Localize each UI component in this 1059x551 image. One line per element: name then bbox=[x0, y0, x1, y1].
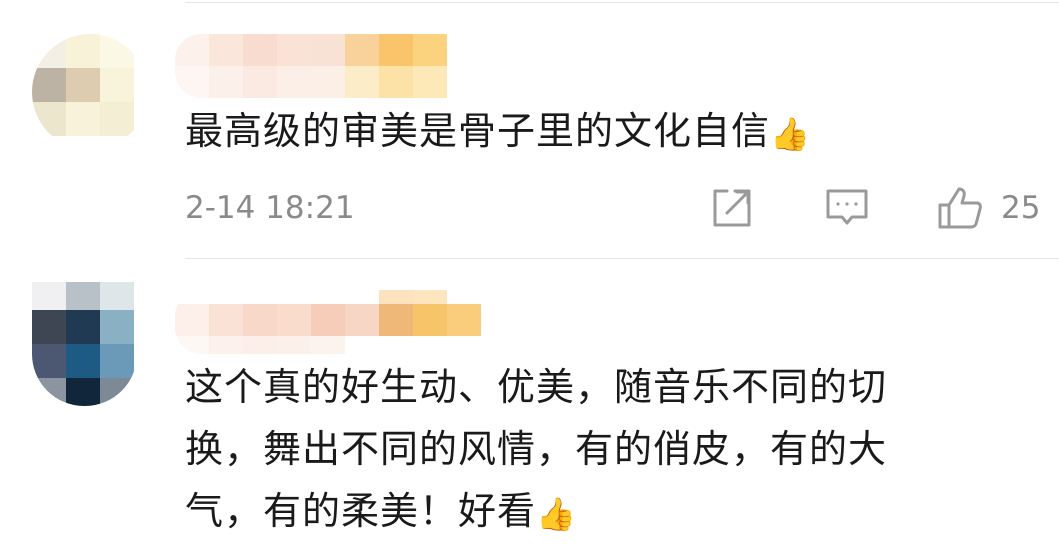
comment-button[interactable] bbox=[825, 185, 869, 231]
comment-icon bbox=[826, 189, 868, 225]
username-redacted[interactable] bbox=[175, 34, 470, 98]
comment-line-3: 气，有的柔美！好看👍 bbox=[185, 480, 887, 545]
username-redacted[interactable] bbox=[175, 290, 505, 354]
thumbs-up-emoji-icon: 👍 bbox=[536, 494, 577, 533]
comment-line-2: 换，舞出不同的风情，有的俏皮，有的大 bbox=[185, 427, 888, 471]
comment-text: 这个真的好生动、优美，随音乐不同的切 换，舞出不同的风情，有的俏皮，有的大 气，… bbox=[185, 356, 887, 545]
share-button[interactable] bbox=[711, 185, 753, 231]
comment-divider bbox=[185, 258, 1059, 259]
avatar[interactable] bbox=[32, 34, 148, 150]
comment-body: 最高级的审美是骨子里的文化自信 bbox=[185, 109, 771, 153]
like-count: 25 bbox=[1001, 190, 1041, 226]
thumbs-up-emoji-icon: 👍 bbox=[770, 114, 811, 153]
thumbs-up-icon bbox=[938, 187, 982, 229]
share-icon bbox=[713, 189, 751, 227]
top-divider bbox=[185, 2, 1059, 3]
comment-timestamp: 2-14 18:21 bbox=[185, 190, 355, 226]
comment-line-3-text: 气，有的柔美！好看 bbox=[185, 489, 537, 533]
like-button[interactable]: 25 bbox=[937, 185, 1040, 231]
avatar[interactable] bbox=[32, 282, 137, 406]
comment-line-1: 这个真的好生动、优美，随音乐不同的切 bbox=[185, 365, 888, 409]
comment-text: 最高级的审美是骨子里的文化自信👍 bbox=[185, 100, 811, 165]
